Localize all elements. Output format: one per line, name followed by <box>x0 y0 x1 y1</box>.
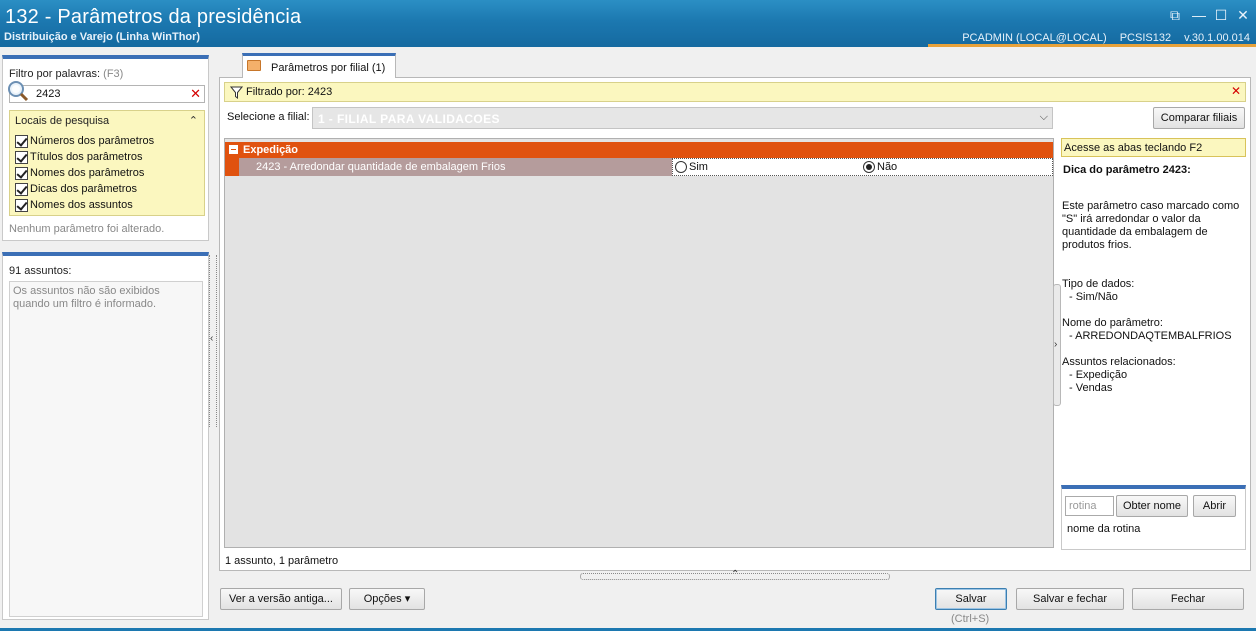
compare-filiais-button[interactable]: Comparar filiais <box>1153 107 1245 129</box>
checkbox-subject-names[interactable]: Nomes dos assuntos <box>15 198 133 212</box>
tab-label: Parâmetros por filial (1) <box>271 62 386 74</box>
chevron-down-icon[interactable]: ⌵ <box>1040 111 1048 124</box>
user-info: PCADMIN (LOCAL@LOCAL) PCSIS132 v.30.1.00… <box>952 32 1250 44</box>
radio-label: Sim <box>689 161 708 173</box>
checkbox-param-tips[interactable]: Dicas dos parâmetros <box>15 182 137 196</box>
group-label: Expedição <box>243 144 299 156</box>
filter-panel: Filtro por palavras: (F3) 2423 ✕ Locais … <box>2 55 209 241</box>
no-change-message: Nenhum parâmetro foi alterado. <box>9 223 165 235</box>
magnifier-icon <box>8 81 29 102</box>
related-item: - Vendas <box>1069 382 1113 394</box>
funnel-icon <box>230 86 243 99</box>
tip-body: Este parâmetro caso marcado como "S" irá… <box>1062 200 1240 251</box>
checkbox-label: Títulos dos parâmetros <box>30 151 143 163</box>
chevron-right-icon[interactable]: › <box>1054 339 1057 350</box>
param-row: 2423 - Arredondar quantidade de embalage… <box>225 158 1053 176</box>
param-name: 2423 - Arredondar quantidade de embalage… <box>239 158 672 176</box>
search-input[interactable]: 2423 ✕ <box>9 85 205 103</box>
related-item: - Expedição <box>1069 369 1128 381</box>
checkbox-label: Nomes dos assuntos <box>30 199 133 211</box>
rotina-desc: nome da rotina <box>1067 523 1141 535</box>
filter-label: Filtro por palavras: (F3) <box>9 68 123 80</box>
save-button[interactable]: Salvar <box>935 588 1007 610</box>
related-label: Assuntos relacionados: <box>1062 356 1176 368</box>
radio-nao[interactable]: Não <box>863 161 897 173</box>
obter-nome-button[interactable]: Obter nome <box>1116 495 1188 517</box>
status-text: 1 assunto, 1 parâmetro <box>225 555 339 567</box>
checkbox-label: Dicas dos parâmetros <box>30 183 137 195</box>
collapse-minus-icon[interactable] <box>229 145 238 154</box>
checkbox-param-names[interactable]: Nomes dos parâmetros <box>15 166 144 180</box>
filial-value: 1 - FILIAL PARA VALIDACOES <box>318 112 500 126</box>
filter-bar: Filtrado por: 2423 ✕ <box>224 82 1246 102</box>
checkbox-checked[interactable] <box>15 182 28 196</box>
param-options: Sim Não <box>672 158 1053 176</box>
minimize-icon[interactable]: — <box>1190 6 1208 24</box>
subjects-info: Os assuntos não são exibidos quando um f… <box>9 281 203 617</box>
window-title: 132 - Parâmetros da presidência <box>5 6 302 28</box>
save-close-button[interactable]: Salvar e fechar <box>1016 588 1124 610</box>
restore-icon[interactable]: ⧉ <box>1166 6 1184 24</box>
chevron-left-icon[interactable]: ‹ <box>210 333 213 344</box>
save-hotkey: (Ctrl+S) <box>951 613 990 625</box>
bottom-splitter[interactable]: ⌃ <box>580 569 890 580</box>
subjects-count: 91 assuntos: <box>9 265 72 277</box>
hint-box: Acesse as abas teclando F2 <box>1061 138 1246 157</box>
related-section: Assuntos relacionados: - Expedição - Ven… <box>1062 356 1176 395</box>
radio-circle[interactable] <box>675 161 687 173</box>
accent-line <box>928 44 1256 47</box>
checkbox-label: Números dos parâmetros <box>30 135 155 147</box>
version-label: v.30.1.00.014 <box>1184 32 1250 44</box>
param-name-label: Nome do parâmetro: <box>1062 317 1163 329</box>
tip-title: Dica do parâmetro 2423: <box>1063 164 1191 176</box>
checkbox-checked[interactable] <box>15 198 28 212</box>
abrir-button[interactable]: Abrir <box>1193 495 1236 517</box>
filter-hotkey: (F3) <box>103 68 124 80</box>
param-name-section: Nome do parâmetro: - ARREDONDAQTEMBALFRI… <box>1062 317 1232 343</box>
group-indent <box>225 158 239 176</box>
folder-icon <box>247 60 261 71</box>
maximize-icon[interactable]: ☐ <box>1212 6 1230 24</box>
collapse-up-icon[interactable]: ⌃ <box>189 114 198 127</box>
radio-label: Não <box>877 161 898 173</box>
clear-search-icon[interactable]: ✕ <box>190 86 201 102</box>
rotina-panel: rotina Obter nome Abrir nome da rotina <box>1061 485 1246 550</box>
filial-select[interactable]: 1 - FILIAL PARA VALIDACOES ⌵ <box>312 107 1053 129</box>
subjects-panel: 91 assuntos: Os assuntos não são exibido… <box>2 252 209 620</box>
options-button[interactable]: Opções ▾ <box>349 588 425 610</box>
checkbox-checked[interactable] <box>15 150 28 164</box>
radio-circle-selected[interactable] <box>863 161 875 173</box>
module-code: PCSIS132 <box>1119 32 1172 44</box>
user-name: PCADMIN (LOCAL@LOCAL) <box>962 32 1107 44</box>
radio-sim[interactable]: Sim <box>675 161 708 173</box>
clear-filter-icon[interactable]: ✕ <box>1231 84 1241 98</box>
filial-label: Selecione a filial: <box>227 111 310 123</box>
data-type-label: Tipo de dados: <box>1062 278 1135 290</box>
chevron-up-icon[interactable]: ⌃ <box>731 569 739 580</box>
title-bar: 132 - Parâmetros da presidência Distribu… <box>0 0 1256 47</box>
checkbox-label: Nomes dos parâmetros <box>30 167 145 179</box>
checkbox-param-titles[interactable]: Títulos dos parâmetros <box>15 150 143 164</box>
checkbox-param-numbers[interactable]: Números dos parâmetros <box>15 134 154 148</box>
filter-text: Filtrado por: 2423 <box>246 86 333 98</box>
rotina-input[interactable]: rotina <box>1065 496 1114 516</box>
window-subtitle: Distribuição e Varejo (Linha WinThor) <box>4 31 201 43</box>
close-icon[interactable]: ✕ <box>1234 6 1252 24</box>
old-version-button[interactable]: Ver a versão antiga... <box>220 588 342 610</box>
right-splitter[interactable]: › <box>1053 284 1061 406</box>
close-button[interactable]: Fechar <box>1132 588 1244 610</box>
search-locations: Locais de pesquisa ⌃ Números dos parâmet… <box>9 110 205 216</box>
filter-label-text: Filtro por palavras: <box>9 68 101 80</box>
tab-parametros-por-filial[interactable]: Parâmetros por filial (1) <box>242 53 396 78</box>
checkbox-checked[interactable] <box>15 166 28 180</box>
group-row-expedicao[interactable]: Expedição <box>225 142 1053 158</box>
checkbox-checked[interactable] <box>15 134 28 148</box>
left-splitter[interactable]: ‹ <box>209 255 217 427</box>
search-locations-title: Locais de pesquisa <box>15 115 110 127</box>
data-type-value: - Sim/Não <box>1069 291 1118 303</box>
param-name-value: - ARREDONDAQTEMBALFRIOS <box>1069 330 1232 342</box>
parameters-grid: Expedição 2423 - Arredondar quantidade d… <box>224 138 1054 548</box>
data-type-section: Tipo de dados: - Sim/Não <box>1062 278 1134 304</box>
search-value: 2423 <box>36 88 61 100</box>
